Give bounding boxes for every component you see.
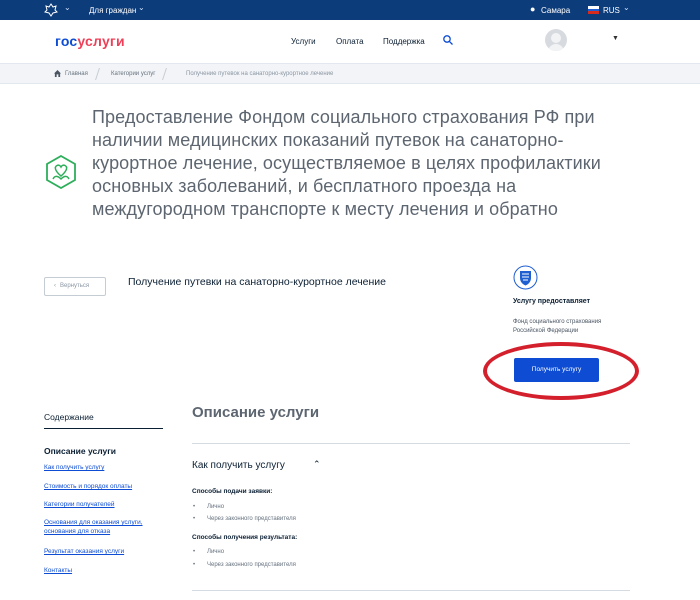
section-divider bbox=[192, 443, 630, 444]
back-arrow-icon: ‹ bbox=[54, 283, 56, 289]
logo-part-uslugi: услуги bbox=[77, 33, 125, 49]
breadcrumb: Главная Категории услуг Получение путево… bbox=[0, 64, 700, 84]
section-title: Описание услуги bbox=[192, 404, 320, 421]
avatar[interactable] bbox=[545, 29, 567, 51]
flag-icon bbox=[588, 6, 599, 14]
chevron-down-icon[interactable]: ⌄ bbox=[138, 3, 145, 12]
chevron-down-icon[interactable]: ▼ bbox=[612, 35, 619, 42]
chevron-down-icon[interactable]: ⌄ bbox=[623, 3, 630, 12]
provider-label: Услугу предоставляет bbox=[513, 298, 591, 305]
breadcrumb-label: Категории услуг bbox=[111, 71, 156, 77]
home-icon bbox=[54, 70, 61, 77]
list-item: Через законного представителя bbox=[193, 562, 296, 568]
service-family-icon bbox=[46, 155, 76, 189]
submit-methods-heading: Способы подачи заявки: bbox=[192, 488, 273, 495]
site-header: госуслуги Услуги Оплата Поддержка ▼ bbox=[0, 20, 700, 64]
chevron-up-icon[interactable]: ⌃ bbox=[313, 459, 321, 470]
breadcrumb-home[interactable]: Главная bbox=[54, 67, 98, 81]
nav-payment[interactable]: Оплата bbox=[336, 37, 364, 46]
toc-link-result[interactable]: Результат оказания услуги bbox=[44, 547, 164, 556]
chevron-down-icon[interactable]: ⌄ bbox=[64, 3, 71, 12]
breadcrumb-current: Получение путевок на санаторно-курортное… bbox=[186, 67, 343, 81]
toc-link-how-to-get[interactable]: Как получить услугу bbox=[44, 463, 164, 472]
toc-section-description[interactable]: Описание услуги bbox=[44, 446, 116, 456]
back-button-label: Вернуться bbox=[60, 283, 90, 289]
nav-support[interactable]: Поддержка bbox=[383, 37, 425, 46]
get-service-button[interactable]: Получить услугу bbox=[514, 358, 599, 382]
toc-link-contacts[interactable]: Контакты bbox=[44, 566, 164, 575]
list-item: Лично bbox=[193, 549, 224, 555]
top-bar: ⌄ Для граждан ⌄ ● Самара RUS ⌄ bbox=[0, 0, 700, 20]
nav-services[interactable]: Услуги bbox=[291, 37, 316, 46]
result-methods-heading: Способы получения результата: bbox=[192, 534, 298, 541]
gosuslugi-logo[interactable]: госуслуги bbox=[55, 33, 125, 49]
fss-logo-icon bbox=[513, 265, 538, 290]
search-icon[interactable] bbox=[442, 34, 454, 46]
audience-selector[interactable]: Для граждан bbox=[89, 6, 136, 15]
breadcrumb-label: Главная bbox=[65, 71, 88, 77]
toc-link-grounds[interactable]: Основания для оказания услуги, основания… bbox=[44, 518, 164, 536]
language-selector[interactable]: RUS bbox=[603, 6, 620, 15]
emblem-icon[interactable] bbox=[44, 3, 58, 17]
page-title: Предоставление Фондом социального страхо… bbox=[92, 107, 601, 219]
list-item: Лично bbox=[193, 504, 224, 510]
back-button[interactable]: ‹ Вернуться bbox=[44, 277, 106, 296]
breadcrumb-label: Получение путевок на санаторно-курортное… bbox=[186, 71, 334, 77]
service-subtitle: Получение путевки на санаторно-курортное… bbox=[128, 276, 387, 288]
toc-link-cost[interactable]: Стоимость и порядок оплаты bbox=[44, 482, 164, 491]
logo-part-gos: гос bbox=[55, 33, 78, 49]
provider-name: Фонд социального страхования Российской … bbox=[513, 319, 602, 334]
accordion-how-to-get[interactable]: Как получить услугу bbox=[192, 460, 285, 471]
city-selector[interactable]: Самара bbox=[541, 6, 570, 15]
section-divider bbox=[192, 590, 630, 591]
toc-title: Содержание bbox=[44, 412, 94, 422]
toc-divider bbox=[44, 428, 163, 429]
toc-link-recipients[interactable]: Категории получателей bbox=[44, 500, 164, 509]
location-pin-icon: ● bbox=[530, 4, 536, 14]
breadcrumb-categories[interactable]: Категории услуг bbox=[105, 67, 165, 81]
list-item: Через законного представителя bbox=[193, 516, 296, 522]
